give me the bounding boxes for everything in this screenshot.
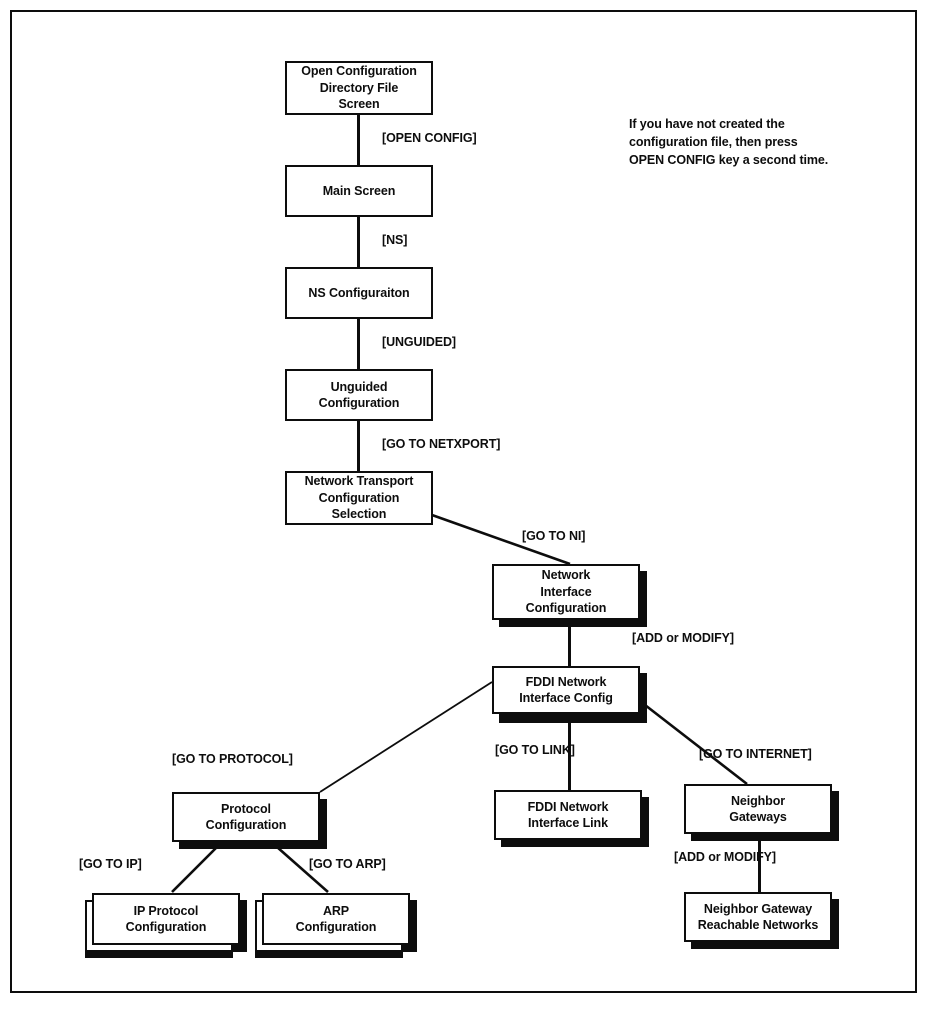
edge-label-add-or-modify-ni: [ADD or MODIFY] — [632, 631, 734, 645]
node-label: Unguided Configuration — [318, 379, 400, 411]
note-line: If you have not created the — [629, 117, 785, 131]
node-neighbor-gateways[interactable]: Neighbor Gateways — [684, 784, 832, 834]
node-ip-protocol-configuration[interactable]: IP Protocol Configuration — [92, 893, 240, 945]
node-label: Protocol Configuration — [205, 801, 287, 833]
edge-label-go-to-link: [GO TO LINK] — [495, 743, 575, 757]
node-network-interface-configuration[interactable]: Network Interface Configuration — [492, 564, 640, 620]
node-unguided-configuration[interactable]: Unguided Configuration — [285, 369, 433, 421]
node-network-transport-configuration-selection[interactable]: Network Transport Configuration Selectio… — [285, 471, 433, 525]
node-label: Open Configuration Directory File Screen — [301, 64, 417, 112]
node-ns-configuration[interactable]: NS Configuraiton — [285, 267, 433, 319]
diagram-canvas: Open Configuration Directory File Screen… — [0, 0, 929, 1009]
node-open-configuration-directory-file-screen[interactable]: Open Configuration Directory File Screen — [285, 61, 433, 115]
edge-label-go-to-internet: [GO TO INTERNET] — [699, 747, 812, 761]
connector-add-modify-gw — [758, 840, 761, 892]
node-fddi-network-interface-config[interactable]: FDDI Network Interface Config — [492, 666, 640, 714]
note-line: OPEN CONFIG key a second time. — [629, 153, 829, 168]
diagram-frame: Open Configuration Directory File Screen… — [10, 10, 917, 993]
node-label: Network Transport Configuration Selectio… — [304, 474, 414, 522]
edge-label-unguided: [UNGUIDED] — [382, 335, 456, 349]
node-neighbor-gateway-reachable-networks[interactable]: Neighbor Gateway Reachable Networks — [684, 892, 832, 942]
node-label: IP Protocol Configuration — [125, 903, 207, 935]
edge-label-add-or-modify-gw: [ADD or MODIFY] — [674, 850, 776, 864]
edge-label-go-to-arp: [GO TO ARP] — [309, 857, 386, 871]
node-label: Neighbor Gateways — [729, 793, 787, 825]
node-protocol-configuration[interactable]: Protocol Configuration — [172, 792, 320, 842]
node-label: Main Screen — [322, 183, 396, 198]
node-label: Neighbor Gateway Reachable Networks — [697, 901, 819, 933]
edge-label-go-to-ip: [GO TO IP] — [79, 857, 142, 871]
edge-label-open-config: [OPEN CONFIG] — [382, 131, 477, 145]
node-arp-configuration[interactable]: ARP Configuration — [262, 893, 410, 945]
node-main-screen[interactable]: Main Screen — [285, 165, 433, 217]
note-line: configuration file, then press — [629, 135, 798, 150]
edge-label-go-to-protocol: [GO TO PROTOCOL] — [172, 752, 293, 766]
edge-label-go-to-netxport: [GO TO NETXPORT] — [382, 437, 501, 451]
edge-label-ns: [NS] — [382, 233, 408, 247]
node-label: NS Configuraiton — [308, 285, 410, 300]
node-fddi-network-interface-link[interactable]: FDDI Network Interface Link — [494, 790, 642, 840]
node-label: Network Interface Configuration — [525, 568, 607, 616]
node-label: FDDI Network Interface Config — [519, 674, 613, 706]
node-label: FDDI Network Interface Link — [527, 799, 609, 831]
open-config-note: If you have not created the configuratio… — [629, 115, 828, 169]
edge-label-go-to-ni: [GO TO NI] — [522, 529, 586, 543]
node-label: ARP Configuration — [295, 903, 377, 935]
